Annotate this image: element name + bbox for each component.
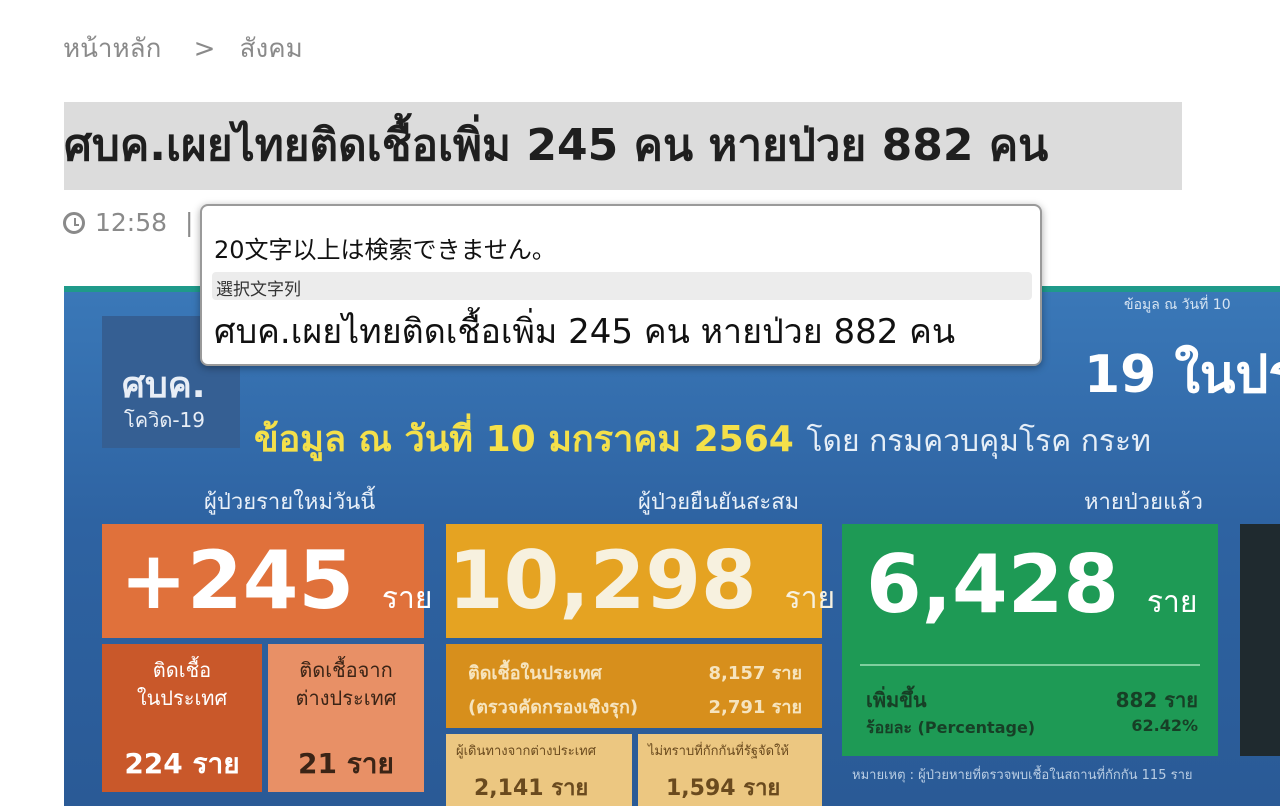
clock-icon xyxy=(63,211,85,234)
popup-label-strip: 選択文字列 xyxy=(212,272,1032,300)
deaths-panel-partial xyxy=(1240,524,1280,756)
new-cases-value: +245 ราย xyxy=(120,534,433,627)
imported-cases-value: 21 ราย xyxy=(298,747,394,780)
infographic-date: ข้อมูล ณ วันที่ 10 มกราคม 2564 โดย กรมคว… xyxy=(254,410,1151,467)
cumulative-row-active: (ตรวจคัดกรองเชิงรุก) 2,791 ราย xyxy=(468,697,802,718)
label-recovered: หายป่วยแล้ว xyxy=(1084,490,1203,515)
article-title-selection[interactable]: ศบค.เผยไทยติดเชื้อเพิ่ม 245 คน หายป่วย 8… xyxy=(64,102,1182,190)
label-cumulative: ผู้ป่วยยืนยันสะสม xyxy=(638,490,800,515)
recovered-row-increase: เพิ่มขึ้น 882 ราย xyxy=(866,688,1198,712)
logo-line2: โควิด-19 xyxy=(124,408,206,432)
label-new-cases: ผู้ป่วยรายใหม่วันนี้ xyxy=(204,490,376,515)
infographic-source-text: โดย กรมควบคุมโรค กระท xyxy=(806,424,1151,459)
imported-cases-panel: ติดเชื้อจาก ต่างประเทศ 21 ราย xyxy=(268,644,424,792)
popup-message: 20文字以上は検索できません。 xyxy=(214,236,556,264)
breadcrumb: หน้าหลัก > สังคม xyxy=(63,28,303,69)
article-time: 12:58 xyxy=(95,208,168,237)
cumulative-box-travelers: ผู้เดินทางจากต่างประเทศ 2,141 ราย xyxy=(446,734,632,806)
cumulative-box-quarantine: ไม่ทราบที่กักกันที่รัฐจัดให้ 1,594 ราย xyxy=(638,734,822,806)
infographic-headline: 19 ในประ xyxy=(1084,345,1280,405)
cumulative-value: 10,298 ราย xyxy=(448,534,836,627)
breadcrumb-section-link[interactable]: สังคม xyxy=(240,34,303,64)
new-cases-panel: +245 ราย xyxy=(102,524,432,638)
breadcrumb-home-link[interactable]: หน้าหลัก xyxy=(63,34,161,64)
local-cases-panel: ติดเชื้อ ในประเทศ 224 ราย xyxy=(102,644,262,792)
article-meta: 12:58 | xyxy=(63,208,193,237)
recovered-footnote: หมายเหตุ : ผู้ป่วยหายที่ตรวจพบเชื้อในสถา… xyxy=(852,768,1193,783)
cumulative-panel: 10,298 ราย xyxy=(446,524,835,638)
recovered-divider xyxy=(860,664,1200,666)
popup-label: 選択文字列 xyxy=(216,280,301,300)
meta-separator: | xyxy=(185,208,194,237)
search-limit-popup[interactable]: 20文字以上は検索できません。 選択文字列 ศบค.เผยไทยติดเชื้อ… xyxy=(200,204,1042,366)
local-cases-value: 224 ราย xyxy=(124,747,240,780)
article-title[interactable]: ศบค.เผยไทยติดเชื้อเพิ่ม 245 คน หายป่วย 8… xyxy=(64,102,1182,190)
cumulative-row-local: ติดเชื้อในประเทศ 8,157 ราย xyxy=(468,663,802,684)
recovered-panel: 6,428 ราย เพิ่มขึ้น 882 ราย ร้อยละ (Perce… xyxy=(842,524,1218,756)
recovered-row-percentage: ร้อยละ (Percentage) 62.42% xyxy=(866,716,1198,737)
imported-cases-title: ติดเชื้อจาก ต่างประเทศ xyxy=(295,658,397,710)
infographic-date-text: ข้อมูล ณ วันที่ 10 มกราคม 2564 xyxy=(254,419,794,460)
cumulative-breakdown: ติดเชื้อในประเทศ 8,157 ราย (ตรวจคัดกรองเช… xyxy=(446,644,822,728)
infographic-corner-text: ข้อมูล ณ วันที่ 10 xyxy=(1124,297,1231,313)
breadcrumb-separator: > xyxy=(193,34,216,64)
popup-selected-text: ศบค.เผยไทยติดเชื้อเพิ่ม 245 คน หายป่วย 8… xyxy=(214,312,956,352)
recovered-value: 6,428 ราย xyxy=(866,538,1198,631)
local-cases-title: ติดเชื้อ ในประเทศ xyxy=(136,658,228,710)
